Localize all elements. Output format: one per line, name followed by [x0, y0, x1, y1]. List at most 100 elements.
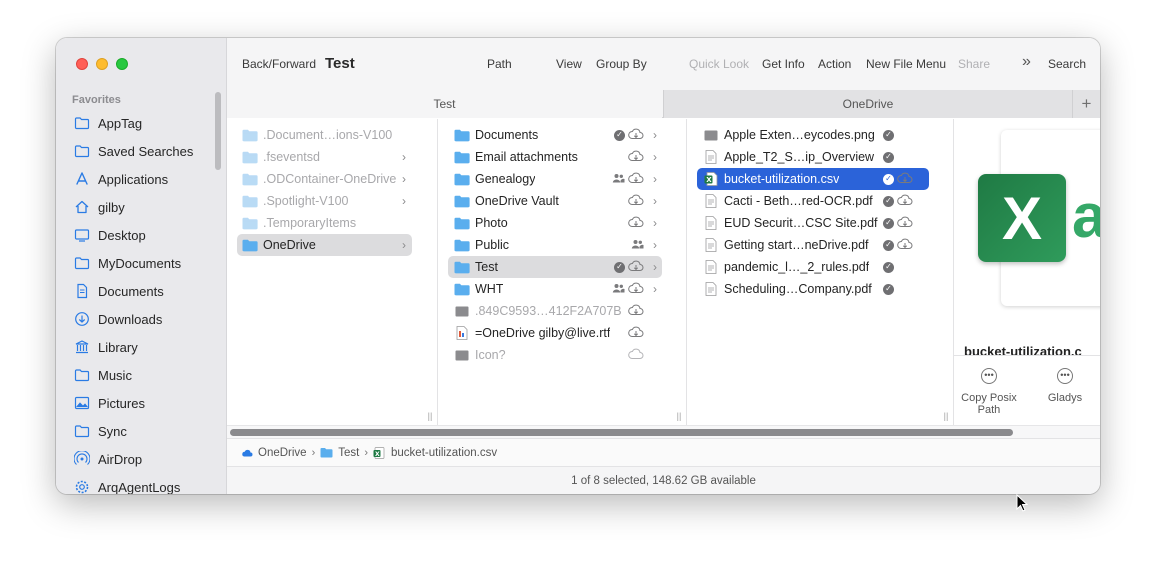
sidebar-item-label: Downloads: [98, 311, 163, 327]
tab-onedrive[interactable]: OneDrive: [663, 90, 1072, 118]
gladys-button[interactable]: ••• Gladys: [1030, 368, 1100, 404]
ellipsis-icon: •••: [981, 368, 997, 384]
list-item[interactable]: .TemporaryItems: [237, 212, 412, 234]
toolbar: Back/Forward Test Path View Group By Qui…: [227, 38, 1100, 90]
list-item[interactable]: .fseventsd ›: [237, 146, 412, 168]
new-tab-button[interactable]: +: [1072, 90, 1100, 118]
list-item[interactable]: Apple_T2_S…ip_Overview ✓: [697, 146, 929, 168]
list-item[interactable]: Test ✓ ›: [448, 256, 662, 278]
action-button[interactable]: Action: [818, 57, 851, 71]
cloud-download-icon: [628, 150, 644, 165]
sidebar-item-sync[interactable]: Sync: [56, 417, 227, 445]
list-item[interactable]: Public ›: [448, 234, 662, 256]
sidebar-item-apptag[interactable]: AppTag: [56, 109, 227, 137]
airdrop-icon: [74, 451, 90, 467]
share-button[interactable]: Share: [958, 57, 990, 71]
scrollbar-thumb[interactable]: [230, 429, 1013, 436]
list-item[interactable]: WHT ›: [448, 278, 662, 300]
sidebar-item-documents[interactable]: Documents: [56, 277, 227, 305]
path-button[interactable]: Path: [487, 57, 512, 71]
excel-file-icon: X: [703, 172, 719, 186]
list-item[interactable]: OneDrive Vault ›: [448, 190, 662, 212]
cloud-download-icon: [628, 326, 644, 341]
sync-status: ✓: [883, 194, 913, 209]
list-item[interactable]: Xbucket-utilization.csv ✓: [697, 168, 929, 190]
quick-look-button[interactable]: Quick Look: [689, 57, 749, 71]
tab-test[interactable]: Test: [227, 90, 662, 118]
sidebar-item-pictures[interactable]: Pictures: [56, 389, 227, 417]
cloud-download-icon: [628, 304, 644, 319]
column-root: || .Document…ions-V100 .fseventsd › .ODCont…: [227, 119, 438, 425]
folder-icon: [454, 238, 470, 252]
sidebar-item-airdrop[interactable]: AirDrop: [56, 445, 227, 473]
list-item[interactable]: EUD Securit…CSC Site.pdf ✓: [697, 212, 929, 234]
cloud-icon: [628, 348, 644, 363]
toolbar-overflow-icon[interactable]: »: [1022, 53, 1031, 71]
applications-icon: [74, 171, 90, 187]
column-resize-handle[interactable]: ||: [675, 411, 683, 421]
sidebar-item-saved-searches[interactable]: Saved Searches: [56, 137, 227, 165]
list-item[interactable]: =OneDrive gilby@live.rtf: [448, 322, 662, 344]
sidebar-scrollbar[interactable]: [215, 92, 221, 170]
list-item[interactable]: .ODContainer-OneDrive ›: [237, 168, 412, 190]
chevron-right-icon: ›: [364, 446, 369, 459]
horizontal-scrollbar[interactable]: [227, 425, 1100, 438]
sidebar-item-mydocuments[interactable]: MyDocuments: [56, 249, 227, 277]
sidebar-item-arqagentlogs[interactable]: ArqAgentLogs: [56, 473, 227, 494]
sidebar-item-music[interactable]: Music: [56, 361, 227, 389]
get-info-button[interactable]: Get Info: [762, 57, 805, 71]
preview-letter: a: [1072, 182, 1100, 251]
folder-icon: [320, 448, 333, 458]
sidebar-item-downloads[interactable]: Downloads: [56, 305, 227, 333]
group-by-button[interactable]: Group By: [596, 57, 647, 71]
sync-status: [631, 238, 644, 252]
pdf-file-icon: [703, 150, 719, 164]
sidebar: Favorites AppTag Saved Searches Applicatio…: [56, 38, 227, 494]
sidebar-item-library[interactable]: Library: [56, 333, 227, 361]
zoom-window-button[interactable]: [116, 58, 128, 70]
list-item[interactable]: Apple Exten…eycodes.png ✓: [697, 124, 929, 146]
chevron-right-icon: ›: [653, 282, 657, 296]
column-browser: || .Document…ions-V100 .fseventsd › .ODCont…: [227, 119, 1100, 425]
list-item[interactable]: Documents ✓ ›: [448, 124, 662, 146]
list-item[interactable]: pandemic_l…_2_rules.pdf ✓: [697, 256, 929, 278]
column-resize-handle[interactable]: ||: [426, 411, 434, 421]
file-icon: [454, 348, 470, 362]
cloud-download-icon: [897, 216, 913, 231]
column-resize-handle[interactable]: ||: [942, 411, 950, 421]
close-window-button[interactable]: [76, 58, 88, 70]
search-button[interactable]: Search: [1048, 57, 1086, 71]
path-item-file[interactable]: X bucket-utilization.csv: [373, 447, 497, 459]
list-item[interactable]: .849C9593…412F2A707B: [448, 300, 662, 322]
list-item[interactable]: Genealogy ›: [448, 168, 662, 190]
chevron-right-icon: ›: [653, 128, 657, 142]
copy-posix-path-button[interactable]: ••• Copy Posix Path: [954, 368, 1024, 416]
list-item[interactable]: Email attachments ›: [448, 146, 662, 168]
sidebar-item-label: Library: [98, 339, 138, 355]
chevron-right-icon: ›: [402, 238, 406, 252]
view-button[interactable]: View: [556, 57, 582, 71]
sidebar-item-gilby[interactable]: gilby: [56, 193, 227, 221]
chevron-right-icon: ›: [653, 150, 657, 164]
list-item[interactable]: Icon?: [448, 344, 662, 366]
cloud-download-icon: [897, 194, 913, 209]
path-item-test[interactable]: Test: [320, 447, 359, 459]
list-item[interactable]: Cacti - Beth…red-OCR.pdf ✓: [697, 190, 929, 212]
list-item[interactable]: .Document…ions-V100: [237, 124, 412, 146]
list-item[interactable]: OneDrive ›: [237, 234, 412, 256]
csv-file-icon: X: [373, 446, 385, 459]
path-item-onedrive[interactable]: OneDrive: [241, 447, 307, 459]
list-item[interactable]: Scheduling…Company.pdf ✓: [697, 278, 929, 300]
list-item[interactable]: .Spotlight-V100 ›: [237, 190, 412, 212]
back-forward-button[interactable]: Back/Forward: [242, 57, 316, 71]
list-item[interactable]: Getting start…neDrive.pdf ✓: [697, 234, 929, 256]
sidebar-item-applications[interactable]: Applications: [56, 165, 227, 193]
sidebar-item-label: Saved Searches: [98, 143, 194, 159]
cloud-download-icon: [628, 260, 644, 275]
new-file-menu-button[interactable]: New File Menu: [866, 57, 946, 71]
list-item[interactable]: Photo ›: [448, 212, 662, 234]
sidebar-item-desktop[interactable]: Desktop: [56, 221, 227, 249]
gear-icon: [74, 479, 90, 494]
minimize-window-button[interactable]: [96, 58, 108, 70]
folder-icon: [242, 238, 258, 252]
